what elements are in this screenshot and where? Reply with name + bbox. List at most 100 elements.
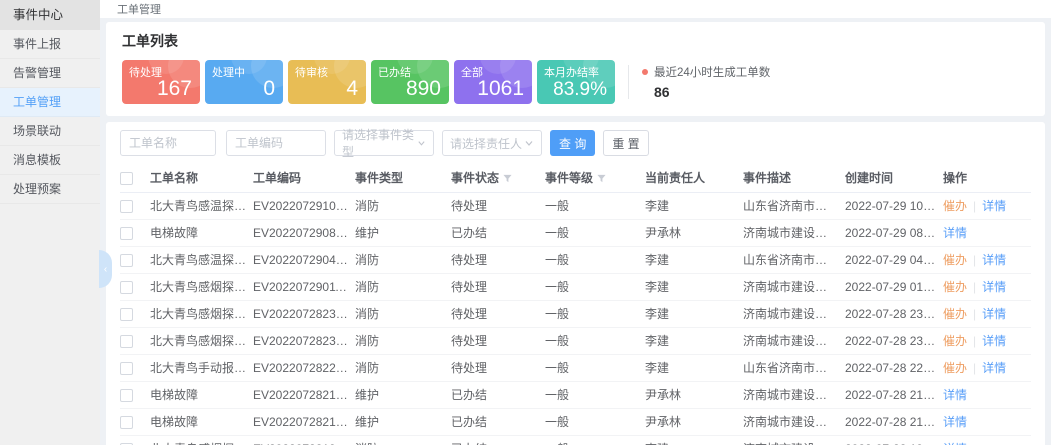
cell-status: 已办结 — [451, 435, 545, 445]
sidebar-item-scene-linkage[interactable]: 场景联动 — [0, 117, 100, 146]
cell-owner: 李建 — [645, 327, 743, 354]
filter-funnel-icon[interactable] — [597, 174, 606, 183]
table-row: 电梯故障EV20220728210903424维护已办结一般尹承林济南城市建设大… — [120, 381, 1031, 408]
urge-link[interactable]: 催办 — [943, 334, 967, 348]
row-checkbox-cell — [120, 327, 150, 354]
row-checkbox[interactable] — [120, 281, 133, 294]
stats-row: 待处理167处理中0待审核4已办结890全部1061本月办结率83.9% 最近2… — [122, 60, 1029, 104]
row-checkbox[interactable] — [120, 227, 133, 240]
row-checkbox[interactable] — [120, 389, 133, 402]
cell-type: 消防 — [355, 435, 451, 445]
stat-card-value: 0 — [263, 77, 275, 101]
cell-status: 待处理 — [451, 300, 545, 327]
row-checkbox-cell — [120, 273, 150, 300]
cell-level: 一般 — [545, 192, 645, 219]
row-checkbox[interactable] — [120, 335, 133, 348]
chevron-left-icon: ‹ — [104, 264, 107, 275]
urge-link[interactable]: 催办 — [943, 361, 967, 375]
workorder-table: 工单名称工单编码事件类型事件状态事件等级当前责任人事件描述创建时间操作 北大青鸟… — [120, 164, 1031, 445]
cell-time: 2022-07-29 08:18:15 — [845, 219, 943, 246]
detail-link[interactable]: 详情 — [982, 253, 1006, 267]
cell-level: 一般 — [545, 219, 645, 246]
filter-row: 请选择事件类型 请选择责任人 查 询 重 置 — [120, 130, 1031, 156]
action-separator: | — [973, 334, 976, 348]
sidebar-item-workorder-manage[interactable]: 工单管理 — [0, 88, 100, 117]
search-button[interactable]: 查 询 — [550, 130, 595, 156]
cell-time: 2022-07-28 23:52:48 — [845, 300, 943, 327]
column-header-label: 操作 — [943, 171, 967, 185]
cell-name: 北大青鸟手动报警按钮故障 — [150, 354, 253, 381]
action-separator: | — [973, 280, 976, 294]
stat-card-all[interactable]: 全部1061 — [454, 60, 532, 104]
cell-type: 消防 — [355, 300, 451, 327]
cell-owner: 尹承林 — [645, 408, 743, 435]
cell-status: 已办结 — [451, 408, 545, 435]
row-checkbox[interactable] — [120, 254, 133, 267]
detail-link[interactable]: 详情 — [943, 388, 967, 402]
stat-card-review[interactable]: 待审核4 — [288, 60, 366, 104]
breadcrumb-item[interactable]: 工单管理 — [117, 1, 161, 17]
urge-link[interactable]: 催办 — [943, 199, 967, 213]
detail-link[interactable]: 详情 — [982, 199, 1006, 213]
column-header-label: 事件等级 — [545, 171, 593, 185]
table-row: 北大青鸟手动报警按钮故障EV20220728220014871消防待处理一般李建… — [120, 354, 1031, 381]
cell-code: EV20220729081800961 — [253, 219, 355, 246]
main-area: 工单管理 工单列表 待处理167处理中0待审核4已办结890全部1061本月办结… — [100, 0, 1051, 445]
stat-card-month-rate[interactable]: 本月办结率83.9% — [537, 60, 615, 104]
filter-funnel-icon[interactable] — [503, 174, 512, 183]
reset-button[interactable]: 重 置 — [603, 130, 648, 156]
cell-code: EV20220729011706036 — [253, 273, 355, 300]
detail-link[interactable]: 详情 — [943, 415, 967, 429]
event-type-select[interactable]: 请选择事件类型 — [334, 130, 434, 156]
column-header-label: 当前责任人 — [645, 171, 705, 185]
cell-type: 维护 — [355, 219, 451, 246]
detail-link[interactable]: 详情 — [982, 334, 1006, 348]
sidebar-item-event-report[interactable]: 事件上报 — [0, 30, 100, 59]
cell-status: 已办结 — [451, 219, 545, 246]
row-checkbox[interactable] — [120, 308, 133, 321]
cell-level: 一般 — [545, 354, 645, 381]
stat-card-pending[interactable]: 待处理167 — [122, 60, 200, 104]
stat-card-processing[interactable]: 处理中0 — [205, 60, 283, 104]
sidebar-header: 事件中心 — [0, 0, 100, 30]
detail-link[interactable]: 详情 — [982, 307, 1006, 321]
row-checkbox[interactable] — [120, 362, 133, 375]
cell-ops: 催办|详情 — [943, 192, 1031, 219]
detail-link[interactable]: 详情 — [982, 361, 1006, 375]
cell-ops: 催办|详情 — [943, 300, 1031, 327]
header-checkbox-cell — [120, 164, 150, 192]
cell-ops: 催办 | 详情 — [943, 327, 1031, 354]
cell-time: 2022-07-28 21:09:18 — [845, 381, 943, 408]
select-all-checkbox[interactable] — [120, 172, 133, 185]
stats-panel: 工单列表 待处理167处理中0待审核4已办结890全部1061本月办结率83.9… — [106, 22, 1045, 116]
stat-card-done[interactable]: 已办结890 — [371, 60, 449, 104]
cell-time: 2022-07-28 23:09:08 — [845, 327, 943, 354]
urge-link[interactable]: 催办 — [943, 307, 967, 321]
sidebar-item-handle-plan[interactable]: 处理预案 — [0, 175, 100, 204]
cell-owner: 尹承林 — [645, 219, 743, 246]
workorder-code-input[interactable] — [226, 130, 326, 156]
table-row: 北大青鸟感烟探测器故障EV20220728235233362消防待处理一般李建济… — [120, 300, 1031, 327]
sidebar-item-message-template[interactable]: 消息模板 — [0, 146, 100, 175]
column-header-time: 创建时间 — [845, 164, 943, 192]
row-checkbox[interactable] — [120, 416, 133, 429]
detail-link[interactable]: 详情 — [982, 280, 1006, 294]
cell-desc: 济南城市建设大厦消防梯... — [743, 408, 845, 435]
cell-name: 北大青鸟感烟探测器故障 — [150, 273, 253, 300]
workorder-name-input[interactable] — [120, 130, 216, 156]
detail-link[interactable]: 详情 — [943, 226, 967, 240]
cell-ops: 详情 — [943, 381, 1031, 408]
owner-select[interactable]: 请选择责任人 — [442, 130, 542, 156]
chevron-down-icon — [524, 138, 534, 148]
urge-link[interactable]: 催办 — [943, 253, 967, 267]
urge-link[interactable]: 催办 — [943, 280, 967, 294]
column-header-name: 工单名称 — [150, 164, 253, 192]
cell-status: 待处理 — [451, 354, 545, 381]
recent-workorders-value: 86 — [654, 84, 770, 100]
sidebar-item-alarm-manage[interactable]: 告警管理 — [0, 59, 100, 88]
cell-name: 电梯故障 — [150, 381, 253, 408]
stat-cards: 待处理167处理中0待审核4已办结890全部1061本月办结率83.9% — [122, 60, 620, 104]
cell-level: 一般 — [545, 246, 645, 273]
row-checkbox[interactable] — [120, 200, 133, 213]
stat-card-value: 890 — [406, 77, 441, 101]
